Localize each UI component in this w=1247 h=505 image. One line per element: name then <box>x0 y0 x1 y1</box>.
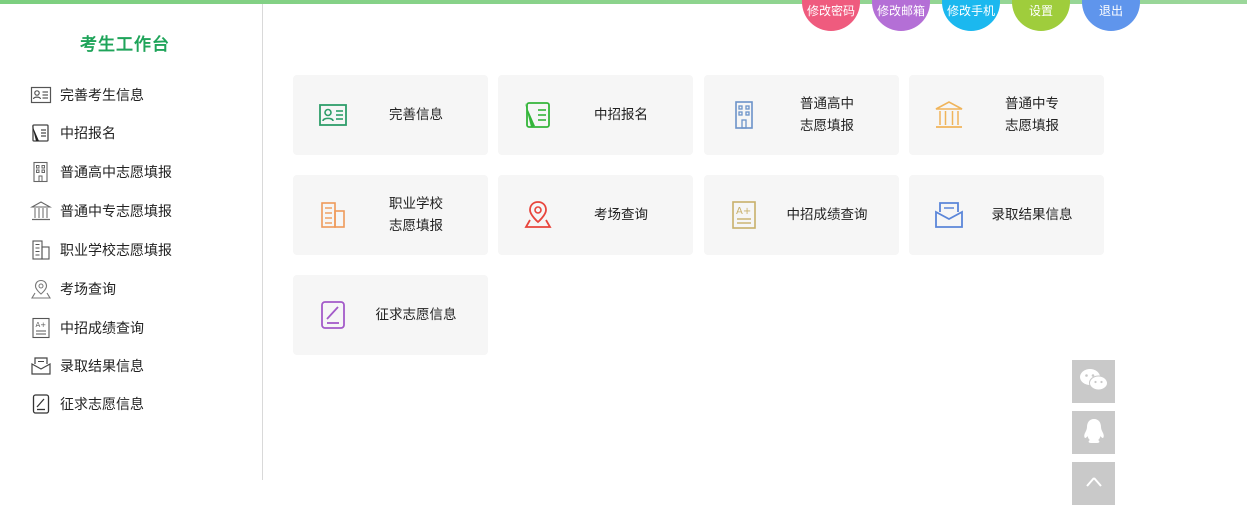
sidebar-item-label: 职业学校志愿填报 <box>60 243 172 259</box>
card-label-line1: 考场查询 <box>594 207 648 223</box>
sidebar-item-label: 中招报名 <box>60 126 116 142</box>
change-phone-button[interactable]: 修改手机 <box>942 0 1000 31</box>
card-label-line1: 中招成绩查询 <box>786 207 868 223</box>
sidebar-item-label: 普通中专志愿填报 <box>60 204 172 220</box>
card-secondary-vocational-application[interactable]: 普通中专 志愿填报 <box>909 75 1104 155</box>
score-report-icon: A+ <box>726 197 762 233</box>
card-complete-info[interactable]: 完善信息 <box>293 75 488 155</box>
card-label: 普通中专 志愿填报 <box>977 93 1087 137</box>
card-vocational-school-application[interactable]: 职业学校 志愿填报 <box>293 175 488 255</box>
sidebar-title: 考生工作台 <box>80 35 170 55</box>
back-to-top-button[interactable] <box>1072 462 1115 505</box>
sidebar-item-high-school[interactable]: 普通高中志愿填报 <box>30 161 172 183</box>
svg-text:A+: A+ <box>36 321 47 329</box>
register-pen-icon <box>30 122 52 144</box>
card-label-line1: 录取结果信息 <box>991 207 1073 223</box>
card-label-line1: 征求志愿信息 <box>375 307 457 323</box>
card-label: 完善信息 <box>361 104 471 126</box>
sidebar-item-vocational-school[interactable]: 职业学校志愿填报 <box>30 239 172 261</box>
button-label: 修改密码 <box>806 4 855 18</box>
sidebar-item-solicit-volunteer[interactable]: 征求志愿信息 <box>30 393 144 415</box>
card-solicit-volunteer[interactable]: 征求志愿信息 <box>293 275 488 355</box>
card-label-line2: 志愿填报 <box>1005 118 1059 134</box>
wechat-icon <box>1079 367 1109 397</box>
sidebar-item-label: 征求志愿信息 <box>60 397 144 413</box>
vocational-building-icon <box>30 239 52 261</box>
edit-document-icon <box>30 393 52 415</box>
institution-pillars-icon <box>931 97 967 133</box>
sidebar-item-label: 中招成绩查询 <box>60 321 144 337</box>
card-label-line1: 普通高中 <box>800 96 854 112</box>
card-label-line2: 志愿填报 <box>389 218 443 234</box>
card-label: 普通高中 志愿填报 <box>772 93 882 137</box>
change-password-button[interactable]: 修改密码 <box>802 0 860 31</box>
button-label: 设置 <box>1028 4 1053 18</box>
card-label: 录取结果信息 <box>977 204 1087 226</box>
sidebar-item-label: 录取结果信息 <box>60 359 144 375</box>
location-pin-icon <box>30 278 52 300</box>
score-report-icon: A+ <box>30 317 52 339</box>
sidebar-item-secondary-vocational[interactable]: 普通中专志愿填报 <box>30 200 172 222</box>
logout-button[interactable]: 退出 <box>1082 0 1140 31</box>
sidebar-item-admission-result[interactable]: 录取结果信息 <box>30 355 144 377</box>
envelope-icon <box>931 197 967 233</box>
card-label-line1: 职业学校 <box>389 196 443 212</box>
sidebar-item-label: 普通高中志愿填报 <box>60 165 172 181</box>
card-registration[interactable]: 中招报名 <box>498 75 693 155</box>
sidebar-item-exam-room[interactable]: 考场查询 <box>30 278 116 300</box>
back-to-top-icon <box>1084 474 1104 493</box>
register-pen-icon <box>520 97 556 133</box>
card-high-school-application[interactable]: 普通高中 志愿填报 <box>704 75 899 155</box>
button-label: 修改手机 <box>946 4 995 18</box>
card-label-line1: 完善信息 <box>389 107 443 123</box>
vocational-building-icon <box>315 197 351 233</box>
settings-button[interactable]: 设置 <box>1012 0 1070 31</box>
sidebar-item-complete-info[interactable]: 完善考生信息 <box>30 84 144 106</box>
card-admission-result[interactable]: 录取结果信息 <box>909 175 1104 255</box>
sidebar-item-registration[interactable]: 中招报名 <box>30 122 116 144</box>
sidebar-item-score-query[interactable]: A+ 中招成绩查询 <box>30 317 144 339</box>
id-card-icon <box>315 97 351 133</box>
institution-pillars-icon <box>30 200 52 222</box>
location-pin-icon <box>520 197 556 233</box>
card-label: 考场查询 <box>566 204 676 226</box>
wechat-button[interactable] <box>1072 360 1115 403</box>
edit-document-icon <box>315 297 351 333</box>
card-exam-room-query[interactable]: 考场查询 <box>498 175 693 255</box>
sidebar-item-label: 完善考生信息 <box>60 88 144 104</box>
card-label: 中招成绩查询 <box>772 204 882 226</box>
card-label-line2: 志愿填报 <box>800 118 854 134</box>
button-label: 修改邮箱 <box>876 4 925 18</box>
qq-icon <box>1082 417 1106 449</box>
card-label-line1: 中招报名 <box>594 107 648 123</box>
button-label: 退出 <box>1098 4 1123 18</box>
qq-button[interactable] <box>1072 411 1115 454</box>
change-email-button[interactable]: 修改邮箱 <box>872 0 930 31</box>
card-label: 职业学校 志愿填报 <box>361 193 471 237</box>
sidebar-item-label: 考场查询 <box>60 282 116 298</box>
card-score-query[interactable]: A+ 中招成绩查询 <box>704 175 899 255</box>
svg-text:A+: A+ <box>736 206 751 217</box>
high-school-building-icon <box>30 161 52 183</box>
high-school-building-icon <box>726 97 762 133</box>
id-card-icon <box>30 84 52 106</box>
card-label: 中招报名 <box>566 104 676 126</box>
envelope-icon <box>30 355 52 377</box>
sidebar: 考生工作台 完善考生信息 中招报名 普通高中志愿填报 普通中专志愿填报 职业学校… <box>0 4 263 480</box>
card-label: 征求志愿信息 <box>361 304 471 326</box>
card-label-line1: 普通中专 <box>1005 96 1059 112</box>
